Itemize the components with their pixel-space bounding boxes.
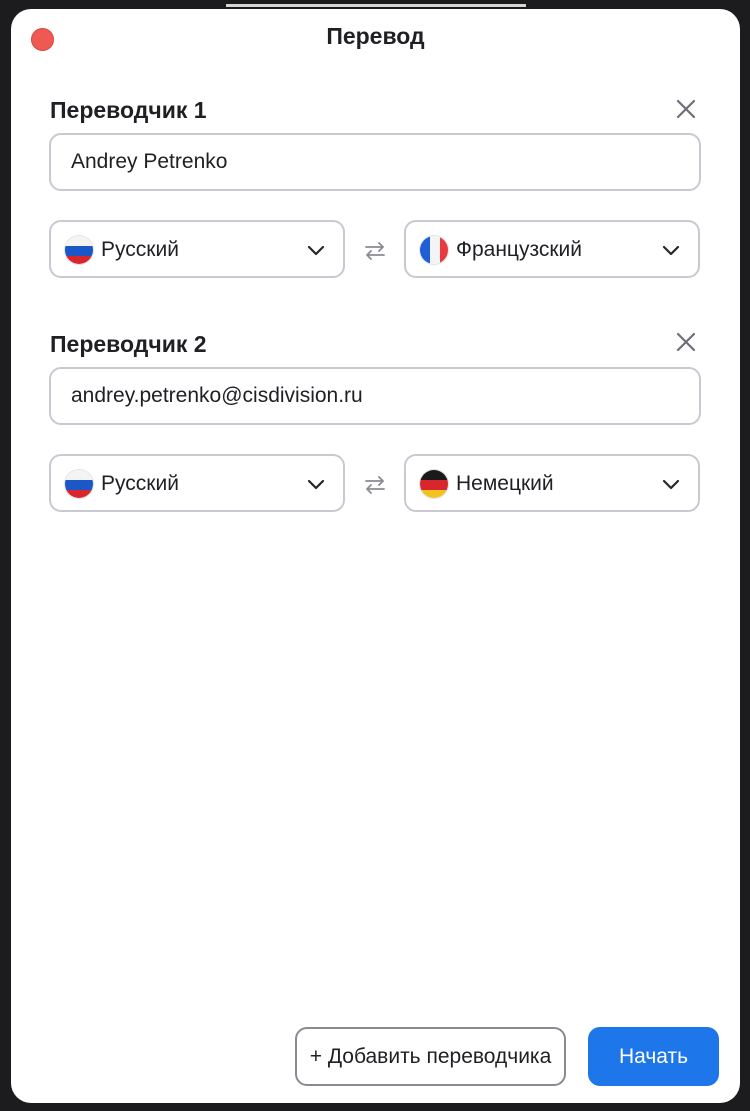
start-button[interactable]: Начать: [588, 1027, 719, 1086]
remove-translator-1-close-icon[interactable]: [673, 96, 699, 122]
translator-1-source-language-label: Русский: [101, 238, 179, 261]
chevron-down-icon: [306, 474, 326, 494]
dialog-title: Перевод: [326, 23, 425, 49]
swap-languages-1-icon[interactable]: [362, 238, 388, 264]
add-translator-button[interactable]: + Добавить переводчика: [295, 1027, 566, 1086]
chevron-down-icon: [661, 474, 681, 494]
chevron-down-icon: [306, 240, 326, 260]
translator-2-source-language-select[interactable]: Русский: [49, 454, 345, 512]
translator-1-target-language-select[interactable]: Французский: [404, 220, 700, 278]
translation-dialog: Перевод Переводчик 1 Русский Французский…: [11, 9, 740, 1103]
window-top-edge: [226, 4, 526, 7]
translator-1-source-language-select[interactable]: Русский: [49, 220, 345, 278]
translator-1-heading: Переводчик 1: [50, 97, 207, 123]
translator-2-target-language-label: Немецкий: [456, 472, 554, 495]
remove-translator-2-close-icon[interactable]: [673, 329, 699, 355]
translator-2-name-input[interactable]: [49, 367, 701, 425]
translator-2-heading: Переводчик 2: [50, 331, 207, 357]
translator-2-source-language-label: Русский: [101, 472, 179, 495]
swap-languages-2-icon[interactable]: [362, 472, 388, 498]
flag-russia-icon: [64, 469, 94, 499]
flag-russia-icon: [64, 235, 94, 265]
chevron-down-icon: [661, 240, 681, 260]
flag-france-icon: [419, 235, 449, 265]
flag-germany-icon: [419, 469, 449, 499]
translator-1-name-input[interactable]: [49, 133, 701, 191]
translator-1-target-language-label: Французский: [456, 238, 582, 261]
translator-2-target-language-select[interactable]: Немецкий: [404, 454, 700, 512]
